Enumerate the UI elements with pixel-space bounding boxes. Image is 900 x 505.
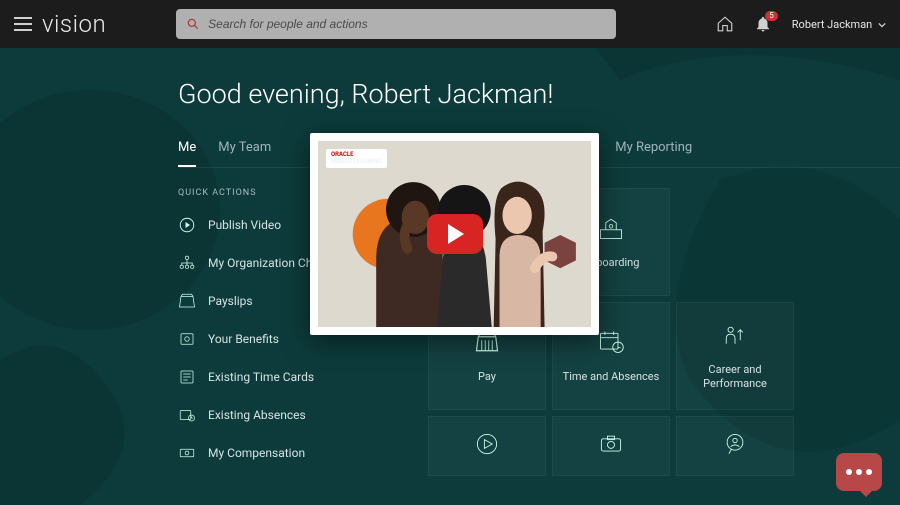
tile-label: Career and Performance xyxy=(677,363,793,392)
onboarding-icon xyxy=(597,214,625,246)
tab-my-reporting[interactable]: My Reporting xyxy=(615,140,692,167)
search-icon xyxy=(186,17,200,31)
oracle-tag: ORACLE GUIDED LEARNING xyxy=(326,149,387,168)
qa-my-compensation[interactable]: My Compensation xyxy=(178,444,428,462)
home-icon[interactable] xyxy=(716,15,734,33)
notification-badge: 5 xyxy=(765,11,778,21)
tab-me[interactable]: Me xyxy=(178,140,196,167)
time-cards-icon xyxy=(178,368,196,386)
play-circle-icon xyxy=(473,430,501,462)
user-menu[interactable]: Robert Jackman xyxy=(792,18,886,31)
notifications-icon[interactable]: 5 xyxy=(754,15,772,33)
time-absences-icon xyxy=(597,328,625,360)
qa-label: Existing Absences xyxy=(208,408,306,422)
tile-label: Time and Absences xyxy=(563,370,660,384)
speech-person-icon xyxy=(721,430,749,462)
compensation-icon xyxy=(178,444,196,462)
benefits-icon xyxy=(178,330,196,348)
payslips-icon xyxy=(178,292,196,310)
qa-label: Your Benefits xyxy=(208,332,279,346)
qa-label: Payslips xyxy=(208,294,253,308)
career-icon xyxy=(721,321,749,353)
user-name-label: Robert Jackman xyxy=(792,18,872,31)
qa-time-cards[interactable]: Existing Time Cards xyxy=(178,368,428,386)
search-field[interactable] xyxy=(176,9,616,39)
tile-label: Pay xyxy=(478,370,496,384)
tile-career-performance[interactable]: Career and Performance xyxy=(676,302,794,410)
camera-icon xyxy=(597,430,625,462)
video-thumbnail[interactable]: ORACLE GUIDED LEARNING xyxy=(318,141,591,327)
play-circle-icon xyxy=(178,216,196,234)
qa-label: Publish Video xyxy=(208,218,281,232)
chevron-down-icon xyxy=(878,21,886,29)
tile-camera[interactable] xyxy=(552,416,670,476)
tile-play[interactable] xyxy=(428,416,546,476)
qa-label: Existing Time Cards xyxy=(208,370,314,384)
qa-existing-absences[interactable]: Existing Absences xyxy=(178,406,428,424)
org-chart-icon xyxy=(178,254,196,272)
search-input[interactable] xyxy=(208,17,606,31)
tile-feedback[interactable] xyxy=(676,416,794,476)
chat-icon[interactable] xyxy=(836,453,882,491)
play-button[interactable] xyxy=(427,214,483,254)
top-bar: vision 5 Robert Jackman xyxy=(0,0,900,48)
qa-label: My Compensation xyxy=(208,446,305,460)
page-greeting: Good evening, Robert Jackman! xyxy=(178,78,900,110)
brand-logo: vision xyxy=(42,10,106,38)
menu-icon[interactable] xyxy=(14,17,32,31)
absences-icon xyxy=(178,406,196,424)
video-modal: ORACLE GUIDED LEARNING xyxy=(310,133,599,335)
tab-my-team[interactable]: My Team xyxy=(218,140,271,167)
